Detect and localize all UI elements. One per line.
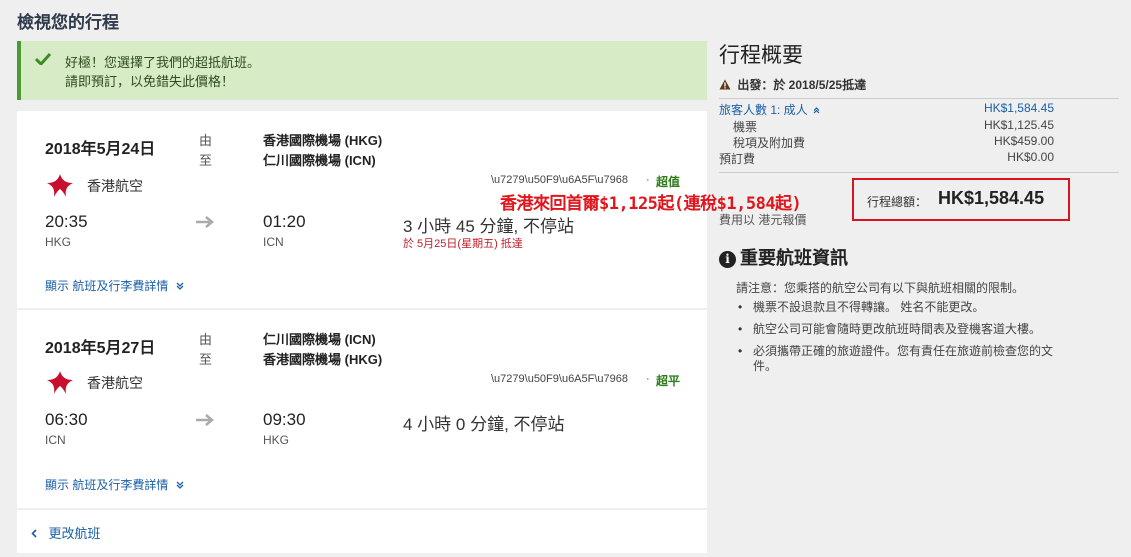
ticket-row: 機票 HK$1,125.45: [719, 118, 1054, 135]
departure-time: 20:35: [45, 212, 88, 231]
restriction-list: 機票不設退款且不得轉讓。 姓名不能更改。 航空公司可能會隨時更改航班時間表及登機…: [738, 300, 1068, 381]
tax-row: 稅項及附加費 HK$459.00: [719, 134, 1054, 151]
departure-warning: 出發：於 2018/5/25抵達: [719, 76, 866, 93]
flight-duration: 3 小時 45 分鐘, 不停站: [403, 217, 574, 236]
departure-text: 出發：於 2018/5/25抵達: [737, 78, 867, 92]
flight-details-link[interactable]: 顯示 航班及行李費詳情: [45, 476, 184, 494]
list-item: 機票不設退款且不得轉讓。 姓名不能更改。: [738, 300, 1068, 315]
flight-details-link-label: 顯示 航班及行李費詳情: [45, 478, 169, 492]
tax-label: 稅項及附加費: [733, 136, 806, 150]
chevron-down-icon: [176, 282, 184, 290]
ticket-label: 機票: [733, 120, 758, 134]
deal-badge: 超值: [656, 175, 681, 189]
banner-submessage: 請即預訂，以免錯失此價格！: [65, 74, 235, 89]
travelers-amount: HK$1,584.45: [983, 101, 1054, 115]
airline-logo-icon: [47, 174, 73, 197]
origin-airport: 香港國際機場 (HKG): [263, 133, 383, 148]
ticket-amount: HK$1,125.45: [983, 118, 1054, 132]
booking-fee-row: 預訂費 HK$0.00: [719, 150, 1054, 167]
total-label: 行程總額：: [867, 195, 928, 209]
tax-amount: HK$459.00: [993, 134, 1054, 148]
divider: [719, 98, 1119, 99]
arrival-time: 09:30: [263, 410, 306, 429]
list-item: 必須攜帶正確的旅遊證件。您有責任在旅遊前檢查您的文件。: [738, 344, 1068, 374]
flight-details-link-label: 顯示 航班及行李費詳情: [45, 279, 169, 293]
change-flight-link[interactable]: 更改航班: [31, 523, 100, 543]
next-day-arrival-note: 於 5月25日(星期五) 抵達: [403, 238, 523, 250]
arrival-code: HKG: [263, 433, 290, 447]
travelers-label: 旅客人數 1: 成人: [719, 103, 808, 117]
list-item: 航空公司可能會隨時更改航班時間表及登機客道大樓。: [738, 322, 1068, 337]
success-banner: 好極！您選擇了我們的超抵航班。 請即預訂，以免錯失此價格！: [17, 41, 707, 100]
change-flight-label: 更改航班: [48, 526, 101, 541]
summary-title: 行程概要: [719, 44, 803, 67]
change-flight-bar: 更改航班: [17, 510, 707, 553]
arrival-time: 01:20: [263, 212, 306, 231]
flight-date: 2018年5月27日: [45, 340, 156, 357]
warning-icon: [719, 79, 731, 90]
promo-annotation: 香港來回首爾$1,125起(連稅$1,584起): [500, 194, 802, 214]
arrow-right-icon: [196, 414, 214, 426]
booking-fee-label: 預訂費: [719, 152, 756, 166]
chevron-up-icon: [813, 107, 820, 114]
flight-card-return: 2018年5月27日 由 至 仁川國際機場 (ICN) 香港國際機場 (HKG)…: [17, 310, 707, 508]
flight-duration: 4 小時 0 分鐘, 不停站: [403, 415, 565, 434]
fare-code: \u7279\u50F9\u6A5F\u7968: [491, 174, 629, 186]
chevron-left-icon: [31, 529, 37, 538]
departure-code: ICN: [45, 433, 66, 447]
from-label: 由: [199, 332, 213, 347]
to-label: 至: [199, 153, 213, 168]
restriction-notice: 請注意：您乘搭的航空公司有以下與航班相關的限制。: [736, 281, 1025, 295]
booking-fee-amount: HK$0.00: [1007, 150, 1054, 164]
chevron-down-icon: [176, 481, 184, 489]
airline-name: 香港航空: [87, 375, 143, 391]
info-icon: i: [719, 251, 736, 268]
check-icon: [35, 53, 51, 65]
destination-airport: 香港國際機場 (HKG): [263, 352, 383, 367]
dot-separator: ·: [646, 373, 650, 385]
airline-name: 香港航空: [87, 178, 143, 194]
fare-code: \u7279\u50F9\u6A5F\u7968: [491, 373, 629, 385]
flight-date: 2018年5月24日: [45, 141, 156, 158]
arrival-code: ICN: [263, 235, 284, 249]
page-title: 檢視您的行程: [17, 13, 119, 32]
airline-logo-icon: [47, 371, 73, 394]
deal-badge: 超平: [656, 374, 681, 388]
trip-total-box: 行程總額： HK$1,584.45: [852, 178, 1070, 221]
departure-code: HKG: [45, 235, 72, 249]
banner-message: 好極！您選擇了我們的超抵航班。: [65, 55, 261, 70]
divider: [719, 172, 1119, 173]
origin-airport: 仁川國際機場 (ICN): [263, 332, 376, 347]
arrow-right-icon: [196, 216, 214, 228]
destination-airport: 仁川國際機場 (ICN): [263, 153, 376, 168]
total-amount: HK$1,584.45: [938, 188, 1045, 208]
travelers-row[interactable]: 旅客人數 1: 成人 HK$1,584.45: [719, 101, 1054, 118]
info-title: 重要航班資訊: [740, 248, 848, 268]
flight-details-link[interactable]: 顯示 航班及行李費詳情: [45, 277, 184, 295]
dot-separator: ·: [646, 174, 650, 186]
from-label: 由: [199, 133, 213, 148]
to-label: 至: [199, 352, 213, 367]
departure-time: 06:30: [45, 410, 88, 429]
info-heading: i 重要航班資訊: [719, 244, 848, 270]
